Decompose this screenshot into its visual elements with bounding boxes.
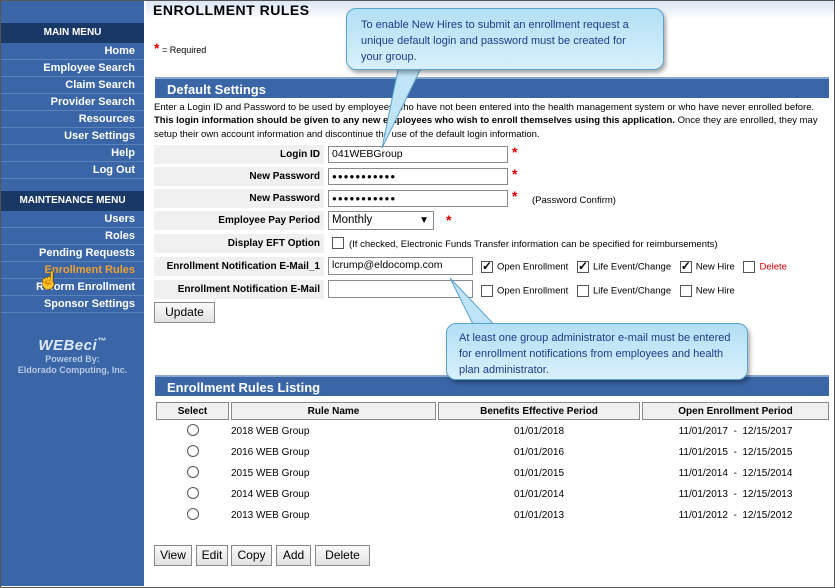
email1-label: Enrollment Notification E-Mail_1 [154,257,324,276]
sidebar-item-enrollment-rules[interactable]: Enrollment Rules [1,262,144,279]
edit-button[interactable]: Edit [196,545,228,566]
eft-label: Display EFT Option [154,234,324,253]
column-header-benefits-effective-period: Benefits Effective Period [438,402,640,420]
eft-note: (If checked, Electronic Funds Transfer i… [349,239,718,250]
email1-options: Open Enrollment Life Event/Change New Hi… [481,259,787,273]
row-select-radio[interactable] [186,424,199,436]
login-id-label: Login ID [154,145,324,164]
rule-name-cell: 2018 WEB Group [231,426,310,437]
sidebar-item-sponsor-settings[interactable]: Sponsor Settings [1,296,144,313]
table-row: 2018 WEB Group 01/01/2018 11/01/2017 - 12/… [156,422,829,441]
row-select-radio[interactable] [186,508,199,520]
view-button[interactable]: View [154,545,192,566]
email1-input[interactable]: lcrump@eldocomp.com [328,257,473,275]
sidebar-item-pending-requests[interactable]: Pending Requests [1,245,144,262]
eft-checkbox[interactable] [332,237,348,250]
table-row: 2013 WEB Group 01/01/2013 11/01/2012 - 12/… [156,506,829,525]
rule-name-cell: 2014 WEB Group [231,489,310,500]
logo-brand: WEBeci™ [38,336,107,354]
required-star-icon: * [512,144,518,160]
webeci-logo: WEBeci™ Powered By: Eldorado Computing, … [1,336,144,376]
rule-name-cell: 2013 WEB Group [231,510,310,521]
pay-period-select[interactable]: Monthly ▼ [328,211,434,230]
confirm-password-input[interactable]: ●●●●●●●●●●● [328,190,508,207]
table-row: 2015 WEB Group 01/01/2015 11/01/2014 - 12/… [156,464,829,483]
email2-options: Open Enrollment Life Event/Change New Hi… [481,285,735,297]
email1-new-hire-checkbox[interactable] [679,259,692,273]
hand-cursor-icon: ☝ [38,271,60,290]
default-settings-header: Default Settings [155,77,829,98]
required-star-icon: * [512,166,518,182]
effective-period-cell: 01/01/2013 [513,510,565,521]
sidebar-item-home[interactable]: Home [1,43,144,60]
add-button[interactable]: Add [276,545,311,566]
required-star-icon: * [512,188,518,204]
email1-life-event-checkbox[interactable] [576,259,589,273]
table-row: 2014 WEB Group 01/01/2014 11/01/2013 - 12/… [156,485,829,504]
open-enrollment-period-cell: 11/01/2015 - 12/15/2015 [678,447,793,458]
sidebar-item-users[interactable]: Users [1,211,144,228]
page-title: ENROLLMENT RULES [153,2,310,18]
bottom-callout: At least one group administrator e-mail … [446,323,748,380]
update-button[interactable]: Update [154,302,215,323]
top-callout: To enable New Hires to submit an enrollm… [346,8,664,70]
email2-new-hire-checkbox[interactable] [679,285,692,297]
sidebar-item-user-settings[interactable]: User Settings [1,128,144,145]
effective-period-cell: 01/01/2014 [513,489,565,500]
required-legend: * = Required [154,40,207,56]
rules-table: Select Rule Name Benefits Effective Period… [154,400,831,527]
sidebar: MAIN MENU Home Employee Search Claim Searc… [1,1,144,586]
sidebar-item-employee-search[interactable]: Employee Search [1,60,144,77]
open-enrollment-period-cell: 11/01/2013 - 12/15/2013 [678,489,793,500]
email1-delete-checkbox[interactable] [743,261,756,273]
password-confirm-note: (Password Confirm) [532,195,616,206]
column-header-rule-name: Rule Name [231,402,436,420]
confirm-password-label: New Password [154,189,324,208]
table-row: 2016 WEB Group 01/01/2016 11/01/2015 - 12/… [156,443,829,462]
new-password-label: New Password [154,167,324,186]
sidebar-item-claim-search[interactable]: Claim Search [1,77,144,94]
logo-company: Eldorado Computing, Inc. [17,365,128,375]
effective-period-cell: 01/01/2018 [513,426,565,437]
email1-delete-label: Delete [759,261,787,273]
chevron-down-icon: ▼ [419,215,429,226]
top-callout-pointer [381,60,426,149]
email1-open-enrollment-checkbox[interactable] [481,259,493,273]
default-settings-intro: Enter a Login ID and Password to be used… [154,102,818,140]
effective-period-cell: 01/01/2016 [513,447,565,458]
main-menu-title: MAIN MENU [1,23,144,43]
new-password-input[interactable]: ●●●●●●●●●●● [328,168,508,185]
column-header-open-enrollment-period: Open Enrollment Period [642,402,829,420]
delete-button[interactable]: Delete [315,545,370,566]
rule-name-cell: 2016 WEB Group [231,447,310,458]
rule-name-cell: 2015 WEB Group [231,468,310,479]
row-select-radio[interactable] [186,466,199,478]
column-header-select: Select [156,402,229,420]
required-star-icon: * [446,212,452,228]
open-enrollment-period-cell: 11/01/2012 - 12/15/2012 [678,510,793,521]
open-enrollment-period-cell: 11/01/2014 - 12/15/2014 [678,468,793,479]
sidebar-item-help[interactable]: Help [1,145,144,162]
sidebar-item-roles[interactable]: Roles [1,228,144,245]
row-select-radio[interactable] [186,445,199,457]
maintenance-menu-title: MAINTENANCE MENU [1,191,144,211]
open-enrollment-period-cell: 11/01/2017 - 12/15/2017 [678,426,793,437]
effective-period-cell: 01/01/2015 [513,468,565,479]
row-select-radio[interactable] [186,487,199,499]
required-star-icon: * [154,40,160,56]
email2-label: Enrollment Notification E-Mail [154,280,324,299]
email2-life-event-checkbox[interactable] [576,285,589,297]
copy-button[interactable]: Copy [231,545,272,566]
sidebar-item-resources[interactable]: Resources [1,111,144,128]
sidebar-item-reform-enrollment[interactable]: Reform Enrollment [1,279,144,296]
sidebar-item-provider-search[interactable]: Provider Search [1,94,144,111]
sidebar-item-log-out[interactable]: Log Out [1,162,144,179]
pay-period-label: Employee Pay Period [154,211,324,230]
logo-powered-by: Powered By: [45,354,100,364]
